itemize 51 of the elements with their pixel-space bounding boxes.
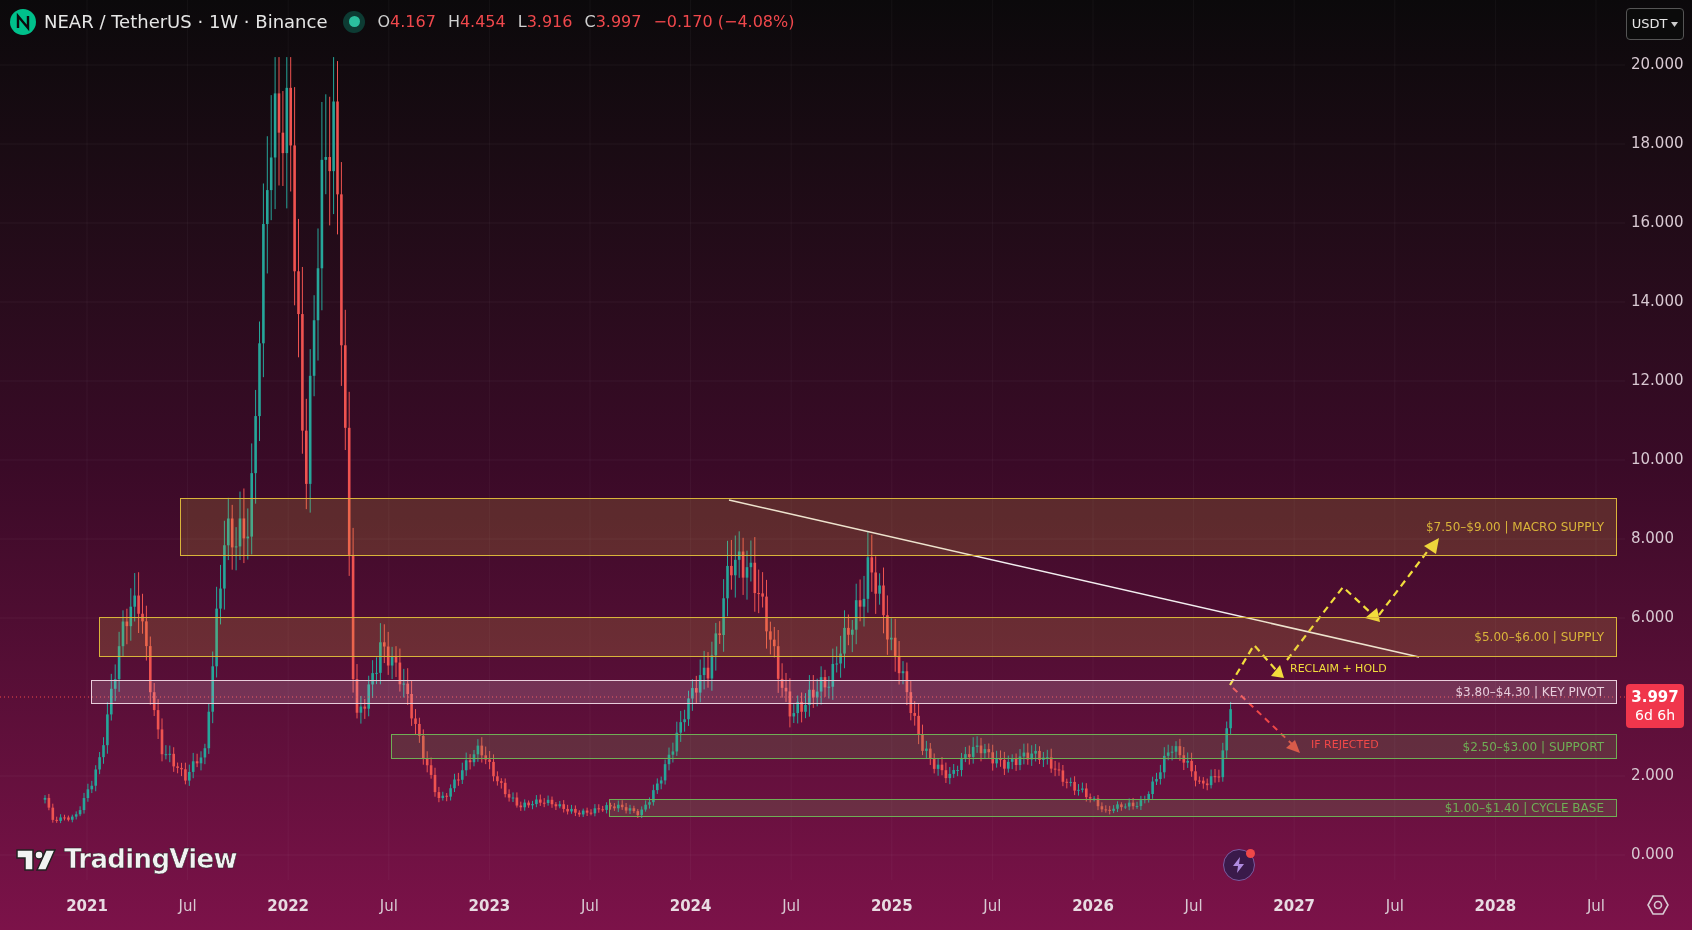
settings-icon[interactable] [1646, 893, 1670, 917]
ohlc-value: O4.167 [377, 10, 436, 33]
currency-dropdown[interactable]: USDT [1626, 8, 1684, 40]
time-axis-label: 2023 [467, 896, 512, 917]
zone-label: $2.50–$3.00 | SUPPORT [1462, 738, 1604, 756]
time-axis-label: 2026 [1071, 896, 1115, 917]
price-axis-label: 16.000 [1631, 215, 1684, 230]
price-axis-label: 10.000 [1631, 452, 1684, 467]
time-axis-label: Jul [1384, 896, 1405, 917]
time-axis-label: Jul [378, 896, 399, 917]
price-change: −0.170 (−4.08%) [653, 10, 795, 33]
zone-label: $1.00–$1.40 | CYCLE BASE [1444, 800, 1604, 817]
time-axis-label: 2027 [1272, 896, 1317, 917]
price-axis-label: 6.000 [1631, 610, 1674, 625]
logo-text: TradingView [64, 843, 237, 876]
lightning-icon [1232, 857, 1246, 873]
last-price: 3.997 [1631, 687, 1679, 707]
time-axis-label: 2025 [869, 896, 914, 917]
alert-button[interactable] [1223, 849, 1255, 881]
time-axis-label: Jul [1182, 896, 1204, 917]
time-axis-label: 2024 [668, 896, 713, 917]
time-axis-label: Jul [579, 896, 601, 917]
time-axis-label: 2028 [1473, 896, 1518, 917]
zone-label: $3.80–$4.30 | KEY PIVOT [1455, 684, 1604, 701]
time-axis-label: Jul [176, 896, 198, 917]
symbol-title[interactable]: NEAR / TetherUS · 1W · Binance [44, 8, 328, 35]
caret-icon [1671, 21, 1679, 27]
price-axis-label: 0.000 [1631, 847, 1674, 862]
annotation-label: RECLAIM + HOLD [1290, 661, 1387, 677]
rejection-arrow [1232, 687, 1300, 753]
market-status-icon [343, 10, 366, 33]
ohlc-value: H4.454 [447, 10, 506, 33]
time-axis-label: 2021 [65, 896, 109, 917]
ohlc-value: L3.916 [517, 10, 573, 33]
price-axis-label: 18.000 [1631, 136, 1684, 151]
bar-countdown: 6d 6h [1635, 706, 1675, 725]
time-axis-label: Jul [1585, 896, 1607, 917]
time-axis-label: Jul [981, 896, 1003, 917]
price-axis-label: 8.000 [1631, 531, 1674, 546]
zone-label: $7.50–$9.00 | MACRO SUPPLY [1426, 519, 1604, 536]
price-axis-label: 12.000 [1631, 373, 1684, 388]
zone-label: $5.00–$6.00 | SUPPLY [1474, 629, 1604, 646]
logo-icon [16, 847, 56, 872]
coin-logo-icon [10, 8, 36, 35]
price-axis-label: 20.000 [1631, 57, 1684, 72]
time-axis-label: 2022 [266, 896, 311, 917]
ohlc-value: C3.997 [584, 10, 642, 33]
price-axis-label: 14.000 [1631, 294, 1684, 309]
price-axis-label: 2.000 [1631, 768, 1674, 783]
annotation-label: IF REJECTED [1311, 737, 1379, 753]
time-axis-label: Jul [780, 896, 802, 917]
